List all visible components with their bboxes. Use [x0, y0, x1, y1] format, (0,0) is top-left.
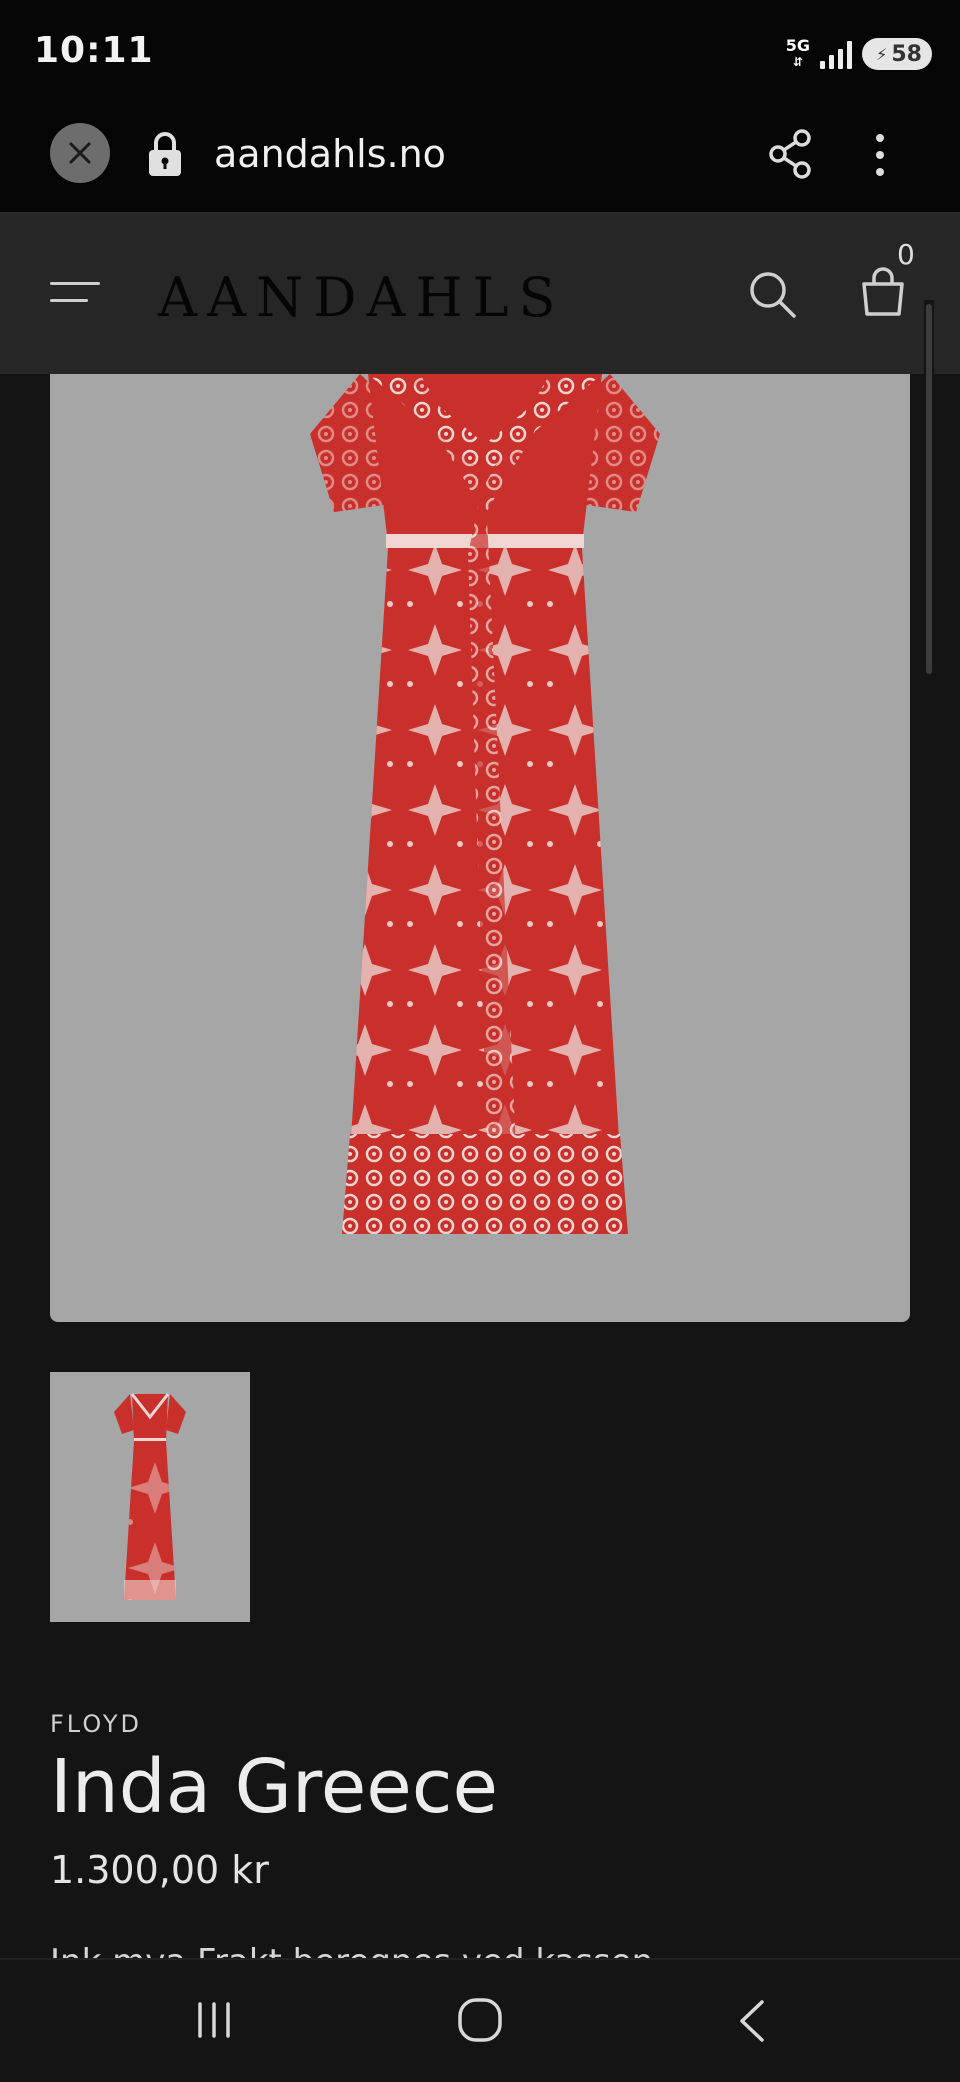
dress-illustration — [310, 374, 660, 1234]
product-main-image[interactable] — [50, 374, 910, 1322]
close-icon — [69, 142, 91, 164]
recent-apps-icon[interactable] — [194, 2000, 234, 2040]
product-thumbnail[interactable] — [50, 1372, 250, 1622]
url-text[interactable]: aandahls.no — [214, 132, 446, 176]
share-icon[interactable] — [766, 128, 814, 180]
dress-thumbnail-illustration — [114, 1393, 186, 1600]
cart-count: 0 — [897, 238, 915, 271]
product-title: Inda Greece — [50, 1744, 498, 1830]
status-time: 10:11 — [34, 30, 154, 71]
status-icons: 5G ⇵ ⚡ 58 — [786, 34, 932, 74]
status-bar: 10:11 5G ⇵ ⚡ 58 — [0, 0, 960, 108]
cart-icon[interactable] — [858, 266, 908, 318]
battery-level: 58 — [891, 41, 922, 67]
lock-icon[interactable] — [146, 130, 184, 178]
menu-icon[interactable] — [50, 282, 100, 308]
more-vert-icon[interactable] — [862, 130, 898, 180]
back-icon[interactable] — [734, 1998, 770, 2044]
system-nav-bar — [0, 1958, 960, 2082]
search-icon[interactable] — [746, 268, 798, 320]
battery-icon: ⚡ 58 — [862, 38, 932, 70]
product-price: 1.300,00 kr — [50, 1848, 269, 1892]
close-tab-button[interactable] — [50, 123, 110, 183]
browser-url-bar: aandahls.no — [0, 108, 960, 214]
signal-icon — [820, 39, 852, 69]
scrollbar-thumb[interactable] — [926, 304, 932, 674]
network-indicator: 5G ⇵ — [785, 36, 810, 70]
home-icon[interactable] — [456, 1996, 504, 2044]
product-brand[interactable]: FLOYD — [50, 1710, 142, 1738]
tax-shipping-note: Ink mva Frakt beregnes ved kassen — [50, 1940, 653, 1958]
site-logo[interactable]: AANDAHLS — [158, 266, 565, 329]
site-header: AANDAHLS 0 — [0, 214, 960, 374]
